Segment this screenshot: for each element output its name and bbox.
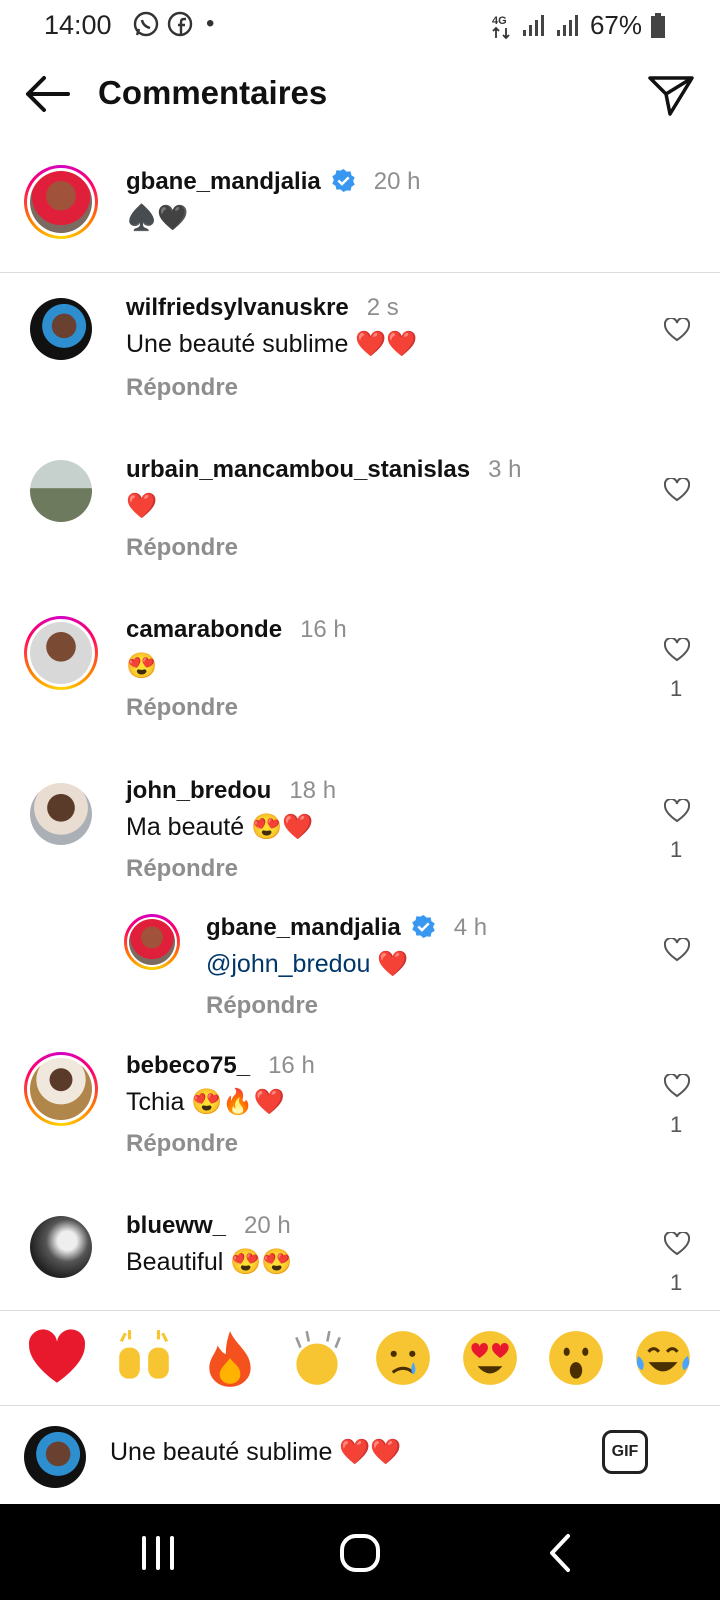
comment-item: john_bredou 18 h Ma beauté 😍❤️ Répondre 1 bbox=[0, 775, 720, 925]
battery-icon bbox=[651, 12, 665, 38]
avatar[interactable] bbox=[30, 783, 92, 845]
status-right: 4G 67% bbox=[492, 10, 666, 41]
comment-item: camarabonde 16 h 😍 Répondre 1 bbox=[0, 614, 720, 764]
laughing-tears-emoji-icon[interactable] bbox=[632, 1327, 694, 1389]
svg-text:4G: 4G bbox=[492, 15, 507, 27]
comment-text: Ma beauté 😍❤️ bbox=[126, 813, 314, 841]
reply-button[interactable]: Répondre bbox=[126, 1130, 238, 1158]
home-icon[interactable] bbox=[336, 1532, 384, 1574]
avatar[interactable] bbox=[30, 1216, 92, 1278]
avatar[interactable] bbox=[30, 171, 92, 233]
status-left-icons: • bbox=[132, 10, 214, 38]
crying-face-emoji-icon[interactable] bbox=[372, 1327, 434, 1389]
fire-emoji-icon[interactable] bbox=[199, 1327, 261, 1389]
comment-time: 16 h bbox=[300, 616, 347, 643]
reply-button[interactable]: Répondre bbox=[126, 694, 238, 722]
comment-item: wilfriedsylvanuskre 2 s Une beauté sublim… bbox=[0, 290, 720, 440]
caption-text: ♠️🖤 bbox=[126, 204, 189, 232]
header: Commentaires bbox=[0, 60, 720, 130]
comment-time: 18 h bbox=[289, 777, 337, 804]
recents-icon[interactable] bbox=[134, 1532, 182, 1574]
network-4g-icon: 4G bbox=[492, 15, 510, 39]
red-heart-emoji-icon[interactable] bbox=[26, 1327, 88, 1389]
reply-time: 4 h bbox=[453, 914, 488, 941]
notification-dot: • bbox=[206, 10, 215, 37]
avatar[interactable] bbox=[129, 919, 175, 965]
avatar[interactable] bbox=[30, 622, 92, 684]
back-icon[interactable] bbox=[538, 1532, 586, 1574]
verified-badge-icon bbox=[411, 915, 435, 938]
page-title: Commentaires bbox=[98, 74, 328, 111]
avatar[interactable] bbox=[30, 1058, 92, 1120]
comment-username[interactable]: wilfriedsylvanuskre bbox=[126, 294, 349, 321]
whatsapp-icon bbox=[133, 11, 159, 37]
comment-time: 2 s bbox=[366, 294, 399, 321]
reply-item: gbane_mandjalia 4 h @john_bredou ❤️ Répon… bbox=[0, 912, 720, 1044]
comment-composer: Une beauté sublime ❤️❤️ GIF bbox=[0, 1408, 720, 1504]
comment-username[interactable]: blueww_ bbox=[126, 1212, 226, 1239]
comment-username[interactable]: bebeco75_ bbox=[126, 1052, 250, 1079]
heart-outline-icon[interactable] bbox=[664, 938, 690, 962]
comment-time: 3 h bbox=[488, 456, 522, 483]
heart-outline-icon[interactable] bbox=[664, 638, 690, 662]
arrow-left-icon[interactable] bbox=[22, 72, 72, 116]
comment-text: ❤️ bbox=[126, 492, 158, 520]
reply-emoji: ❤️ bbox=[370, 950, 409, 978]
surprised-face-emoji-icon[interactable] bbox=[545, 1327, 607, 1389]
heart-outline-icon[interactable] bbox=[664, 1232, 690, 1256]
gif-button[interactable]: GIF bbox=[602, 1430, 648, 1474]
heart-outline-icon[interactable] bbox=[664, 1074, 690, 1098]
post-caption: gbane_mandjalia 20 h ♠️🖤 bbox=[0, 160, 720, 273]
heart-outline-icon[interactable] bbox=[664, 799, 690, 823]
heart-outline-icon[interactable] bbox=[664, 478, 690, 502]
comment-item: blueww_ 20 h Beautiful 😍😍 1 bbox=[0, 1212, 720, 1310]
like-count: 1 bbox=[670, 1270, 683, 1295]
comment-item: urbain_mancambou_stanislas 3 h ❤️ Répondr… bbox=[0, 452, 720, 602]
system-nav-bar bbox=[0, 1504, 720, 1600]
caption-header: gbane_mandjalia 20 h bbox=[126, 168, 420, 196]
battery-percent: 67% bbox=[589, 10, 642, 40]
mention-link[interactable]: @john_bredou bbox=[206, 950, 370, 978]
raising-hands-emoji-icon[interactable] bbox=[113, 1327, 175, 1389]
like-count: 1 bbox=[670, 837, 683, 862]
comment-username[interactable]: camarabonde bbox=[126, 616, 282, 643]
clapping-hands-emoji-icon[interactable] bbox=[286, 1327, 348, 1389]
emoji-quick-bar bbox=[0, 1310, 720, 1406]
avatar[interactable] bbox=[30, 298, 92, 360]
comment-text: Tchia 😍🔥❤️ bbox=[126, 1088, 285, 1116]
like-count: 1 bbox=[670, 676, 683, 701]
reply-button[interactable]: Répondre bbox=[126, 534, 238, 562]
heart-outline-icon[interactable] bbox=[664, 318, 690, 342]
reply-text: @john_bredou ❤️ bbox=[206, 950, 408, 979]
comment-time: 20 h bbox=[244, 1212, 291, 1239]
reply-button[interactable]: Répondre bbox=[126, 855, 238, 883]
my-avatar bbox=[24, 1426, 86, 1488]
caption-username[interactable]: gbane_mandjalia bbox=[126, 168, 321, 195]
comment-username[interactable]: urbain_mancambou_stanislas bbox=[126, 456, 470, 483]
comment-username[interactable]: john_bredou bbox=[126, 777, 271, 804]
heart-eyes-emoji-icon[interactable] bbox=[459, 1327, 521, 1389]
reply-button[interactable]: Répondre bbox=[206, 992, 318, 1020]
reply-button[interactable]: Répondre bbox=[126, 374, 238, 402]
avatar[interactable] bbox=[30, 460, 92, 522]
status-bar: 14:00 • 4G 67% bbox=[0, 0, 720, 50]
verified-badge-icon bbox=[331, 169, 355, 192]
comment-text: Une beauté sublime ❤️❤️ bbox=[126, 330, 418, 358]
caption-time: 20 h bbox=[373, 168, 421, 195]
comment-time: 16 h bbox=[268, 1052, 315, 1079]
status-time: 14:00 bbox=[44, 10, 112, 40]
comment-input[interactable]: Une beauté sublime ❤️❤️ bbox=[110, 1438, 560, 1467]
reply-username[interactable]: gbane_mandjalia bbox=[206, 914, 401, 941]
signal-icon bbox=[522, 14, 544, 36]
comment-item: bebeco75_ 16 h Tchia 😍🔥❤️ Répondre 1 bbox=[0, 1050, 720, 1200]
like-count: 1 bbox=[670, 1112, 683, 1137]
paper-plane-icon[interactable] bbox=[646, 70, 696, 120]
comment-text: Beautiful 😍😍 bbox=[126, 1248, 293, 1276]
signal-icon-2 bbox=[556, 14, 578, 36]
facebook-icon bbox=[167, 11, 193, 37]
comment-text: 😍 bbox=[126, 652, 158, 680]
